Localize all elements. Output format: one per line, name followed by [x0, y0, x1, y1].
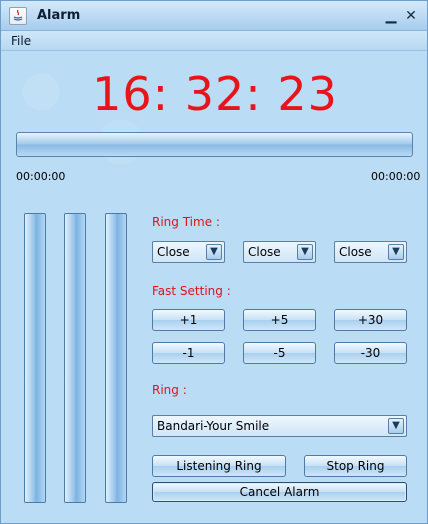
chevron-down-icon[interactable]: ▼: [206, 244, 222, 260]
plus-1-button[interactable]: +1: [152, 309, 225, 331]
combo-value: Close: [248, 245, 281, 259]
title-bar[interactable]: Alarm ▁ ✕: [1, 1, 427, 31]
ring-time-minute-select[interactable]: Close ▼: [243, 241, 316, 263]
minus-5-button[interactable]: -5: [243, 342, 316, 364]
total-time: 00:00:00: [371, 170, 421, 183]
minimize-icon[interactable]: ▁: [383, 8, 399, 24]
ring-time-label: Ring Time :: [152, 215, 220, 229]
volume-bar-3[interactable]: [105, 213, 127, 503]
ring-time-second-select[interactable]: Close ▼: [334, 241, 407, 263]
ring-select[interactable]: Bandari-Your Smile ▼: [152, 415, 407, 437]
java-app-icon: [9, 7, 27, 25]
ring-label: Ring :: [152, 383, 187, 397]
chevron-down-icon[interactable]: ▼: [297, 244, 313, 260]
minus-30-button[interactable]: -30: [334, 342, 407, 364]
plus-5-button[interactable]: +5: [243, 309, 316, 331]
combo-value: Close: [339, 245, 372, 259]
clock-display: 16: 32: 23: [92, 67, 338, 121]
plus-30-button[interactable]: +30: [334, 309, 407, 331]
ring-time-hour-select[interactable]: Close ▼: [152, 241, 225, 263]
combo-value: Bandari-Your Smile: [157, 419, 270, 433]
combo-value: Close: [157, 245, 190, 259]
minus-1-button[interactable]: -1: [152, 342, 225, 364]
chevron-down-icon[interactable]: ▼: [388, 418, 404, 434]
close-icon[interactable]: ✕: [403, 8, 419, 24]
menu-bar: File: [1, 31, 427, 51]
volume-bar-1[interactable]: [24, 213, 46, 503]
elapsed-time: 00:00:00: [16, 170, 66, 183]
listening-ring-button[interactable]: Listening Ring: [152, 455, 286, 477]
fast-setting-label: Fast Setting :: [152, 284, 231, 298]
alarm-window: Alarm ▁ ✕ File 16: 32: 23 00:00:00 00:00…: [0, 0, 428, 524]
cancel-alarm-button[interactable]: Cancel Alarm: [152, 482, 407, 502]
playback-progress-bar[interactable]: [16, 132, 413, 157]
volume-bar-2[interactable]: [64, 213, 86, 503]
menu-file[interactable]: File: [11, 34, 31, 48]
chevron-down-icon[interactable]: ▼: [388, 244, 404, 260]
window-title: Alarm: [37, 8, 81, 23]
stop-ring-button[interactable]: Stop Ring: [304, 455, 407, 477]
